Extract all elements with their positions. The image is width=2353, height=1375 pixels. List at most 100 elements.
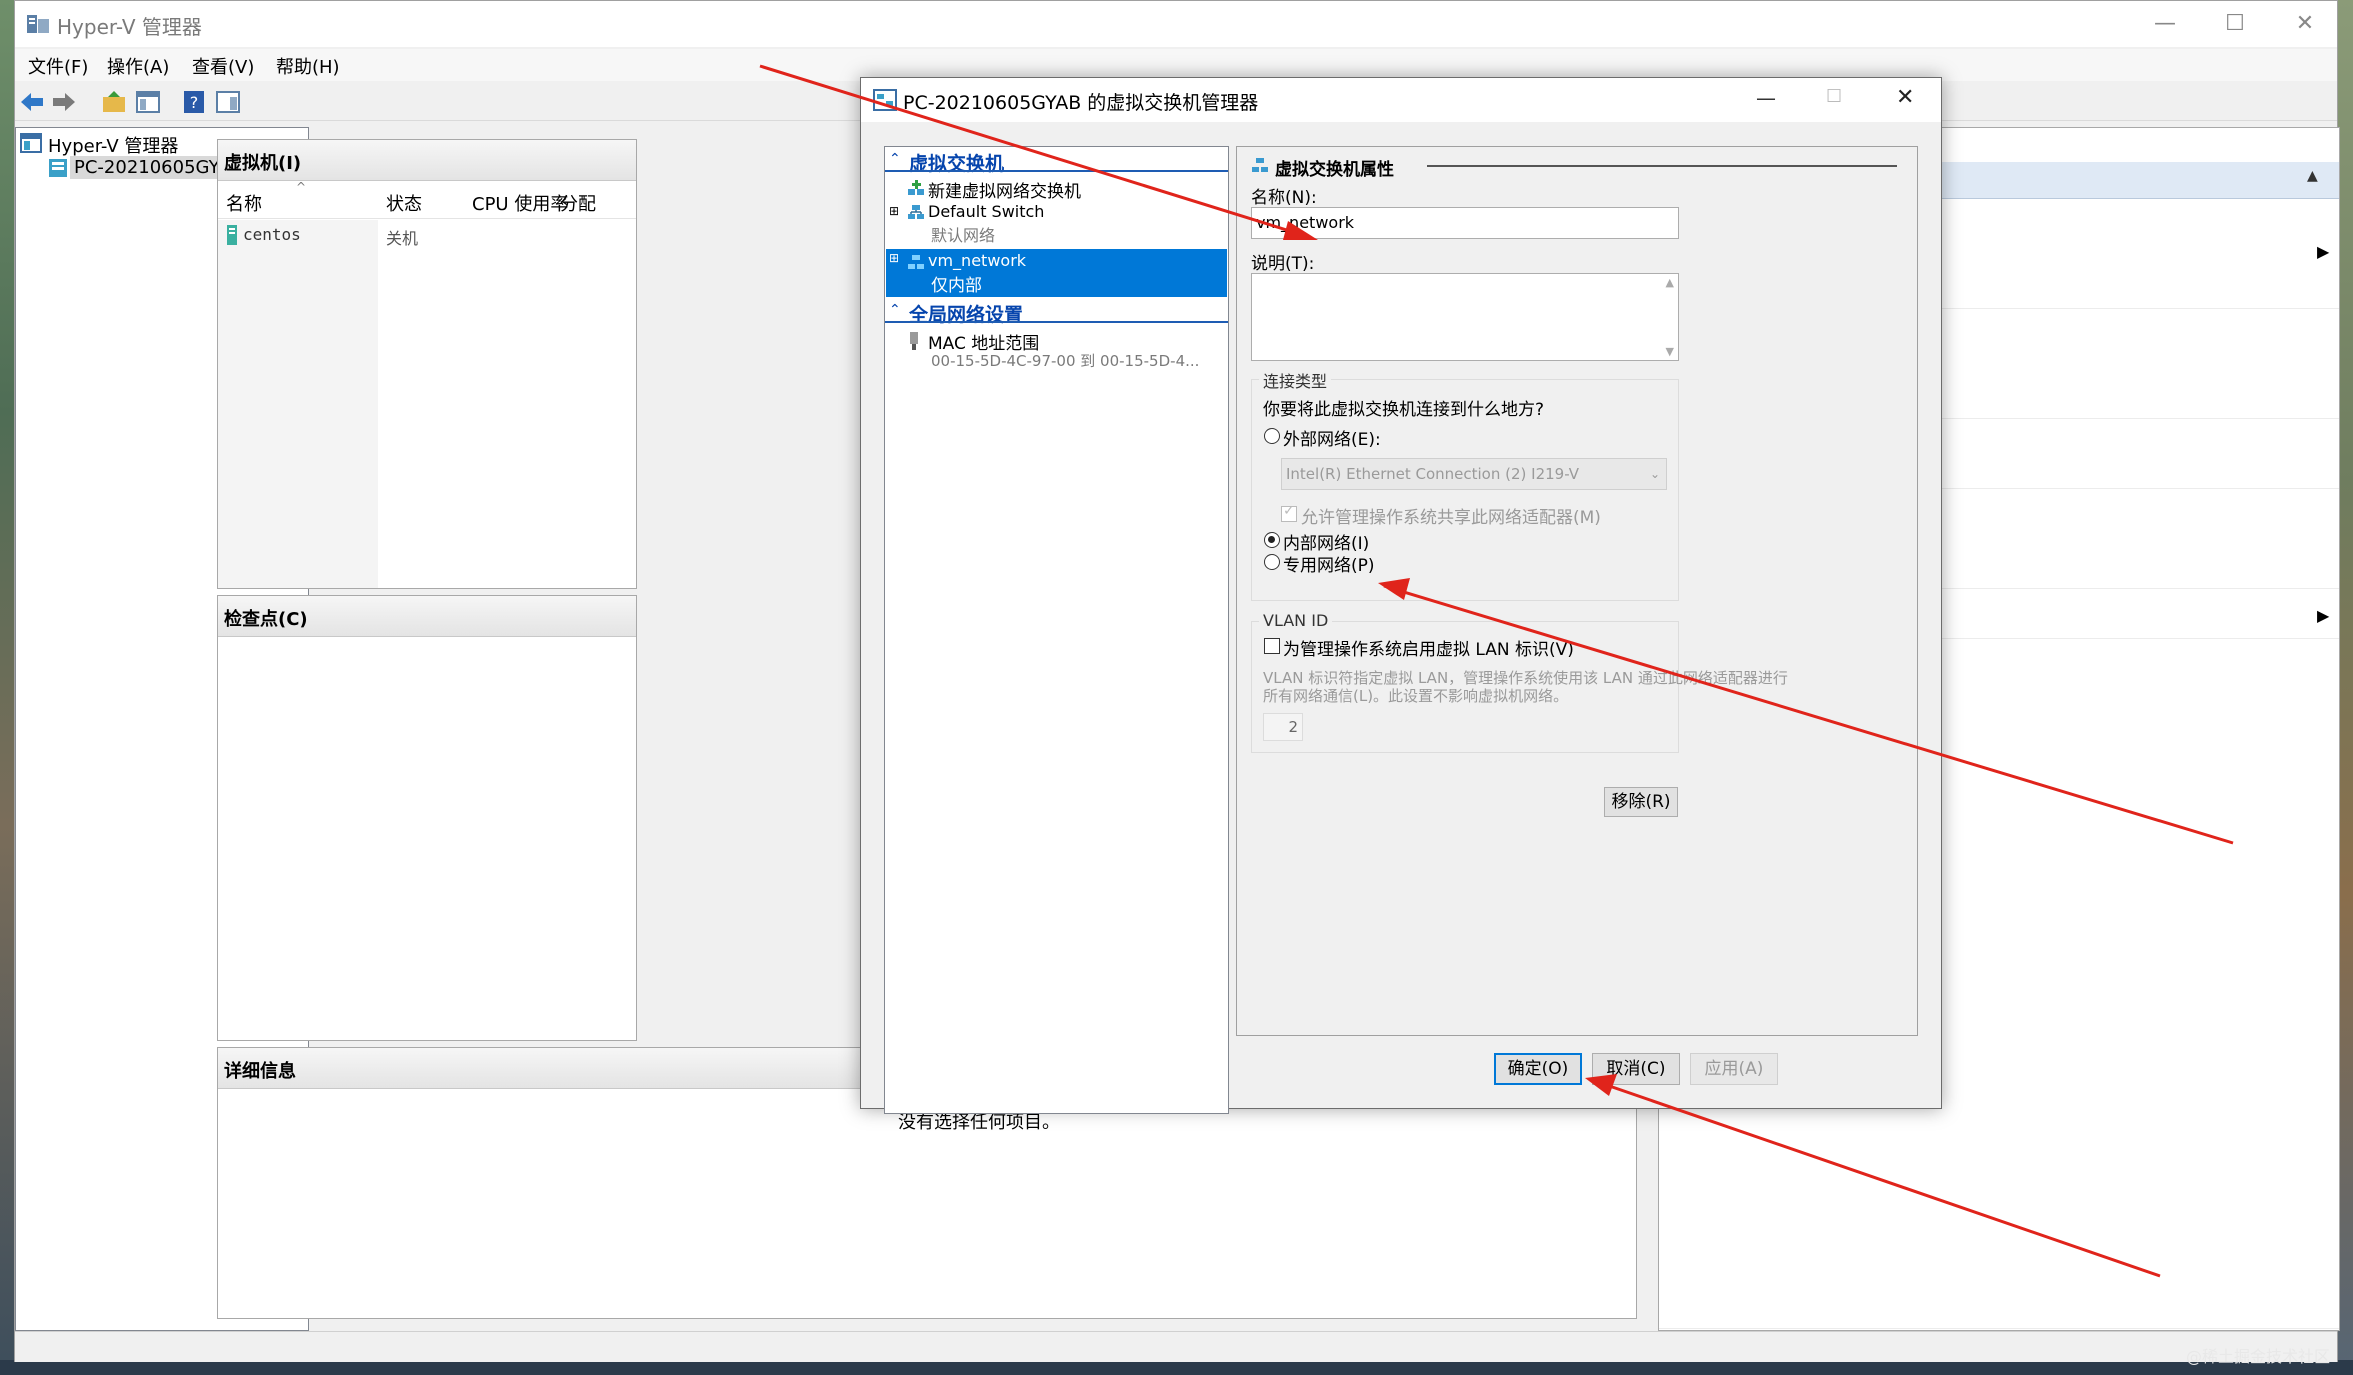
submenu-arrow-icon[interactable]: ▶ <box>2317 606 2329 625</box>
column-cpu[interactable]: CPU 使用率 <box>472 190 568 216</box>
enable-vlan-checkbox[interactable] <box>1264 638 1280 654</box>
help-icon[interactable]: ? <box>181 89 207 115</box>
title-bar: Hyper-V 管理器 — ☐ ✕ <box>15 1 2337 47</box>
scroll-down-icon[interactable]: ▼ <box>1666 345 1674 358</box>
private-network-label: 专用网络(P) <box>1283 556 1375 576</box>
hyperv-manager-icon <box>20 133 42 153</box>
allow-management-checkbox: ✓ <box>1281 503 1297 522</box>
menu-file[interactable]: 文件(F) <box>28 53 88 79</box>
dialog-maximize-button: ☐ <box>1826 86 1843 107</box>
svg-text:?: ? <box>190 93 199 112</box>
column-name[interactable]: 名称 <box>226 190 262 216</box>
vlan-description-line2: 所有网络通信(L)。此设置不影响虚拟机网络。 <box>1263 687 1569 705</box>
new-switch-icon <box>908 180 924 195</box>
default-switch-type: 默认网络 <box>931 226 996 245</box>
section-divider <box>885 321 1228 323</box>
vm-state: 关机 <box>386 229 419 248</box>
desktop-wallpaper-left <box>0 0 14 1375</box>
folder-up-icon[interactable] <box>101 89 127 115</box>
selected-switch-row[interactable]: ⊞ vm_network 仅内部 <box>886 249 1227 297</box>
sorted-column-shade <box>218 220 378 588</box>
private-network-radio[interactable] <box>1264 554 1280 570</box>
dialog-title: PC-20210605GYAB 的虚拟交换机管理器 <box>903 92 1259 114</box>
switch-name-input[interactable]: vm_network <box>1251 207 1679 239</box>
properties-header: 虚拟交换机属性 <box>1275 160 1394 180</box>
vm-name: centos <box>243 225 301 244</box>
server-icon <box>49 159 67 177</box>
dialog-close-button[interactable]: ✕ <box>1896 85 1914 110</box>
expand-icon[interactable]: ⊞ <box>889 204 899 218</box>
remove-button[interactable]: 移除(R) <box>1604 787 1678 817</box>
switch-navigation-tree: ⌃ 虚拟交换机 新建虚拟网络交换机 ⊞ Default Switch 默认网络 … <box>884 146 1229 1114</box>
taskbar <box>0 1360 2353 1375</box>
checkpoints-pane: 检查点(C) <box>217 595 637 1041</box>
external-adapter-select: Intel(R) Ethernet Connection (2) I219-V … <box>1281 458 1667 490</box>
section-divider <box>885 170 1228 172</box>
column-assigned[interactable]: 分配 <box>560 190 630 216</box>
vm-network-type: 仅内部 <box>931 276 982 296</box>
virtual-switch-manager-dialog: PC-20210605GYAB 的虚拟交换机管理器 — ☐ ✕ ⌃ 虚拟交换机 … <box>860 77 1942 1114</box>
collapse-section-icon[interactable]: ⌃ <box>889 151 901 167</box>
collapse-icon[interactable]: ▲ <box>2307 168 2318 184</box>
tree-root-label[interactable]: Hyper-V 管理器 <box>48 132 178 158</box>
desktop-wallpaper-right <box>2338 0 2353 1375</box>
vm-pane-header: 虚拟机(I) <box>218 140 636 181</box>
close-button[interactable]: ✕ <box>2270 1 2340 47</box>
switch-manager-icon <box>873 89 897 111</box>
divider <box>1659 1328 2339 1329</box>
dialog-minimize-button[interactable]: — <box>1756 86 1776 110</box>
scroll-up-icon[interactable]: ▲ <box>1666 276 1674 289</box>
table-row[interactable]: centos 关机 <box>218 220 636 250</box>
checkpoint-pane-header: 检查点(C) <box>218 596 636 637</box>
connection-question: 你要将此虚拟交换机连接到什么地方? <box>1263 400 1545 420</box>
connection-type-title: 连接类型 <box>1259 368 1332 392</box>
notes-label: 说明(T): <box>1251 254 1315 274</box>
new-virtual-switch-item[interactable]: 新建虚拟网络交换机 <box>928 177 1081 202</box>
network-switch-icon <box>1252 158 1268 172</box>
network-adapter-icon <box>910 332 918 350</box>
network-switch-icon <box>908 255 924 269</box>
back-arrow-icon[interactable] <box>19 89 45 115</box>
allow-management-label: 允许管理操作系统共享此网络适配器(M) <box>1301 508 1601 528</box>
name-label: 名称(N): <box>1251 188 1317 208</box>
switch-name-value: vm_network <box>1256 213 1355 232</box>
maximize-button[interactable]: ☐ <box>2200 1 2270 47</box>
virtual-machines-pane: 虚拟机(I) 名称 ^ 状态 CPU 使用率 分配 centos 关机 <box>217 139 637 589</box>
forward-arrow-icon[interactable] <box>51 89 77 115</box>
vlan-id-input: 2 <box>1263 713 1303 741</box>
column-state[interactable]: 状态 <box>386 190 422 216</box>
checkpoint-pane-title: 检查点(C) <box>224 609 308 630</box>
switch-notes-textarea[interactable]: ▲ ▼ <box>1251 273 1679 361</box>
sort-ascending-icon: ^ <box>296 180 307 194</box>
vm-pane-title: 虚拟机(I) <box>224 153 302 174</box>
header-rule <box>1427 165 1897 167</box>
console-tree-icon[interactable] <box>135 89 161 115</box>
menu-help[interactable]: 帮助(H) <box>276 53 340 79</box>
expand-icon[interactable]: ⊞ <box>889 251 899 265</box>
vlan-id-value: 2 <box>1288 718 1298 736</box>
external-network-radio[interactable] <box>1264 428 1280 444</box>
submenu-arrow-icon[interactable]: ▶ <box>2317 242 2329 261</box>
network-switch-icon <box>908 205 924 219</box>
watermark: @稀土掘金技术社区 <box>2186 1347 2331 1366</box>
collapse-section-icon[interactable]: ⌃ <box>889 302 901 318</box>
window-title: Hyper-V 管理器 <box>57 15 202 39</box>
switch-properties-panel: 虚拟交换机属性 名称(N): vm_network 说明(T): ▲ ▼ 连接类… <box>1236 146 1918 1036</box>
ok-button[interactable]: 确定(O) <box>1494 1053 1582 1085</box>
enable-vlan-label: 为管理操作系统启用虚拟 LAN 标识(V) <box>1283 640 1574 660</box>
status-bar <box>15 1331 2337 1362</box>
mac-address-range-value: 00-15-5D-4C-97-00 到 00-15-5D-4... <box>931 352 1200 370</box>
action-pane-icon[interactable] <box>215 89 241 115</box>
minimize-button[interactable]: — <box>2130 1 2200 47</box>
cancel-button[interactable]: 取消(C) <box>1592 1053 1680 1085</box>
hyperv-app-icon <box>27 15 49 33</box>
external-adapter-value: Intel(R) Ethernet Connection (2) I219-V <box>1286 465 1579 483</box>
internal-network-radio[interactable] <box>1264 532 1280 548</box>
menu-action[interactable]: 操作(A) <box>107 53 169 79</box>
menu-view[interactable]: 查看(V) <box>192 53 254 79</box>
vm-network-item: vm_network <box>928 251 1027 270</box>
vlan-group-title: VLAN ID <box>1259 611 1333 630</box>
external-network-label: 外部网络(E): <box>1283 430 1381 450</box>
dialog-title-bar: PC-20210605GYAB 的虚拟交换机管理器 — ☐ ✕ <box>861 78 1941 122</box>
default-switch-item[interactable]: Default Switch <box>928 202 1044 221</box>
